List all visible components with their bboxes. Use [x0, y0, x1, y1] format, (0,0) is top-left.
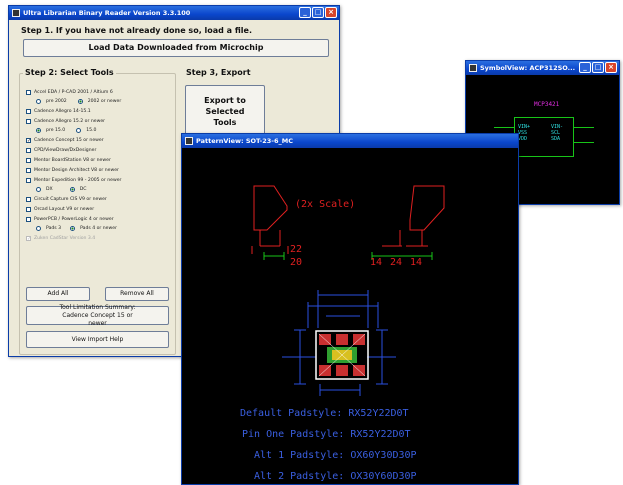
- view-import-help-button[interactable]: View Import Help: [26, 331, 169, 348]
- checkbox[interactable]: [26, 148, 31, 153]
- step3-label: Step 3, Export: [186, 68, 251, 77]
- tool-cadstar: ✓ Zuken CadStar Version 3.4: [26, 236, 96, 242]
- close-button[interactable]: ×: [325, 7, 337, 18]
- tool-orcad-layout[interactable]: Orcad Layout V9 or newer: [26, 207, 94, 212]
- add-all-button[interactable]: Add All: [26, 287, 90, 301]
- symbol-titlebar[interactable]: SymbolView: ACP312SO... _ □ ×: [466, 61, 619, 75]
- pad-info-4: Alt 2 Padstyle: OX30Y60D30P: [254, 471, 417, 482]
- checkbox[interactable]: [26, 197, 31, 202]
- step2-label: Step 2: Select Tools: [23, 68, 116, 77]
- close-button[interactable]: ×: [605, 62, 617, 73]
- pattern-titlebar[interactable]: PatternView: SOT-23-6_MC: [182, 134, 518, 148]
- right-side-view: [382, 185, 445, 247]
- tool-boardstation[interactable]: Mentor BoardStation V8 or newer: [26, 158, 111, 163]
- radio-pads3[interactable]: [36, 226, 41, 231]
- symbol-part-name: MCP3421: [534, 101, 560, 108]
- checkbox[interactable]: [26, 168, 31, 173]
- checkbox[interactable]: [26, 158, 31, 163]
- accel-version-options: pre 2002 2002 or newer: [36, 99, 121, 104]
- tool-accel[interactable]: Accel EDA / P-CAD 2001 / Altium 6: [26, 90, 113, 95]
- app-icon: [185, 137, 193, 145]
- checkbox[interactable]: [26, 207, 31, 212]
- tool-design-architect[interactable]: Mentor Design Architect V8 or newer: [26, 168, 119, 173]
- export-button[interactable]: Export to Selected Tools: [185, 85, 265, 137]
- dim-left-2: 20: [290, 257, 302, 268]
- pad-info-1: Default Padstyle: RX52Y22D0T: [240, 408, 409, 419]
- maximize-button[interactable]: □: [312, 7, 324, 18]
- tool-expedition[interactable]: Mentor Expedition 99 - 2005 or newer: [26, 178, 121, 183]
- pads-options: Pads 3 Pads 4 or newer: [36, 226, 117, 231]
- radio-dx[interactable]: [36, 187, 41, 192]
- footprint-body: [315, 330, 369, 380]
- checkbox[interactable]: [26, 217, 31, 222]
- tool-powerpcb[interactable]: PowerPCB / PowerLogic 4 or newer: [26, 217, 114, 222]
- pin-label: VDD: [518, 136, 528, 142]
- dim-left-1: 22: [290, 244, 302, 255]
- checkbox-disabled: ✓: [26, 236, 32, 242]
- maximize-button[interactable]: □: [592, 62, 604, 73]
- app-icon: [12, 9, 20, 17]
- checkbox[interactable]: [26, 90, 31, 95]
- remove-all-button[interactable]: Remove All: [105, 287, 169, 301]
- load-data-button[interactable]: Load Data Downloaded from Microchip: [23, 39, 329, 57]
- symbol-title: SymbolView: ACP312SO...: [480, 64, 576, 72]
- footprint-drawing: (2x Scale) 22 20 14 24 14 Default Padsty…: [240, 185, 445, 482]
- tool-viewdraw[interactable]: CPD/ViewDraw/DxDesigner: [26, 148, 96, 153]
- pad-info-3: Alt 1 Padstyle: OX60Y30D30P: [254, 450, 417, 461]
- mentor-options: DX DC: [36, 187, 86, 192]
- checkbox[interactable]: [26, 119, 31, 124]
- step1-label: Step 1. If you have not already done so,…: [21, 26, 252, 35]
- pin-label: SDA: [551, 136, 561, 142]
- tool-allegro-14[interactable]: Cadence Allegro 14-15.1: [26, 109, 91, 114]
- tool-limitation-button[interactable]: Tool Limitation Summary: Cadence Concept…: [26, 304, 169, 327]
- radio-pre2002[interactable]: [36, 99, 41, 104]
- pad-info-2: Pin One Padstyle: RX52Y22D0T: [242, 429, 411, 440]
- pattern-title: PatternView: SOT-23-6_MC: [196, 137, 293, 145]
- minimize-button[interactable]: _: [579, 62, 591, 73]
- radio-pre150[interactable]: [36, 128, 41, 133]
- pattern-window: PatternView: SOT-23-6_MC (2x Scale) 22 2…: [181, 133, 519, 485]
- reader-title: Ultra Librarian Binary Reader Version 3.…: [23, 9, 191, 17]
- radio-dc[interactable]: [69, 187, 75, 192]
- left-side-view: [251, 185, 289, 254]
- symbol-pin-lines-right: [574, 127, 594, 143]
- dim-right-2: 24: [390, 257, 402, 268]
- dim-right-3: 14: [410, 257, 422, 268]
- symbol-pins-right: VIN- SCL SDA: [551, 124, 563, 142]
- scale-label: (2x Scale): [295, 199, 355, 210]
- symbol-pins-left: VIN+ VSS VDD: [518, 124, 530, 142]
- dim-right-1: 14: [370, 257, 382, 268]
- checkbox-checked[interactable]: ✓: [26, 138, 31, 144]
- radio-2002[interactable]: [77, 99, 83, 104]
- radio-pads4[interactable]: [70, 226, 76, 231]
- minimize-button[interactable]: _: [299, 7, 311, 18]
- checkbox[interactable]: [26, 178, 31, 183]
- tool-concept[interactable]: ✓ Cadence Concept 15 or newer: [26, 138, 104, 144]
- tool-allegro-15[interactable]: Cadence Allegro 15.2 or newer: [26, 119, 105, 124]
- reader-titlebar[interactable]: Ultra Librarian Binary Reader Version 3.…: [9, 6, 339, 20]
- allegro-version-options: pre 15.0 15.0: [36, 128, 96, 133]
- tool-circuit-capture[interactable]: Circuit Capture CIS V9 or newer: [26, 197, 107, 202]
- checkbox[interactable]: [26, 109, 31, 114]
- radio-150[interactable]: [76, 128, 82, 133]
- app-icon: [469, 64, 477, 72]
